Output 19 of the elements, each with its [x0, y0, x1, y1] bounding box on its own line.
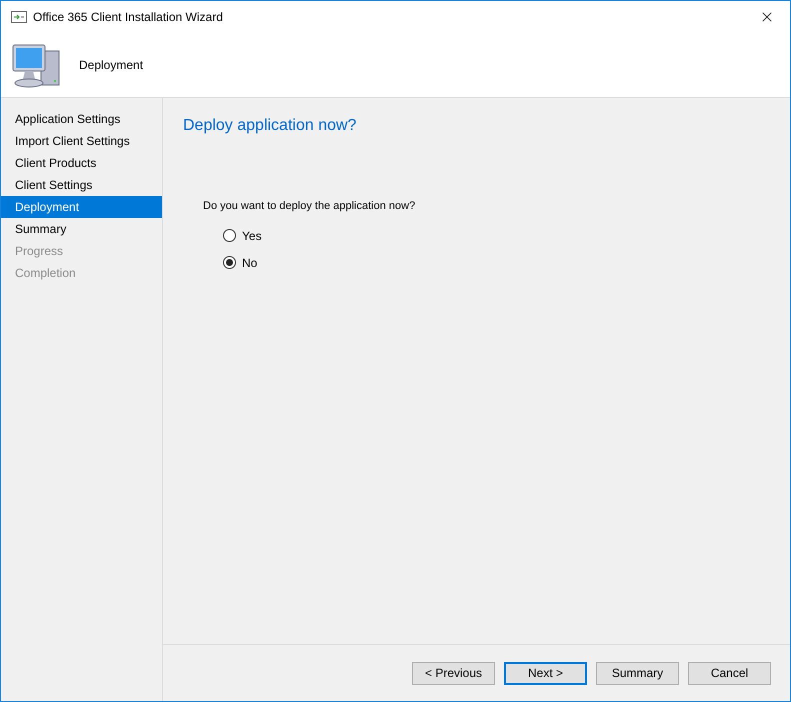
header-title: Deployment [79, 57, 144, 74]
step-item: Client Products [14, 155, 98, 172]
window-title: Office 365 Client Installation Wizard [33, 9, 223, 26]
step-item: Deployment [1, 196, 162, 218]
page-heading: Deploy application now? [183, 116, 356, 136]
step-item: Completion [14, 265, 77, 282]
step-item: Application Settings [14, 111, 122, 128]
step-item: Client Settings [14, 177, 94, 194]
window-app-icon [11, 11, 27, 23]
step-item: Summary [14, 221, 68, 238]
radio-option[interactable]: No [223, 254, 258, 272]
radio-option[interactable]: Yes [223, 226, 262, 244]
wizard-button[interactable]: Summary [596, 662, 679, 684]
step-item: Progress [14, 243, 64, 260]
wizard-button[interactable]: Next > [504, 662, 587, 684]
wizard-button[interactable]: Cancel [688, 662, 771, 684]
wizard-button[interactable]: < Previous [412, 662, 495, 684]
step-item: Import Client Settings [14, 133, 131, 150]
question-text: Do you want to deploy the application now? [203, 199, 416, 214]
